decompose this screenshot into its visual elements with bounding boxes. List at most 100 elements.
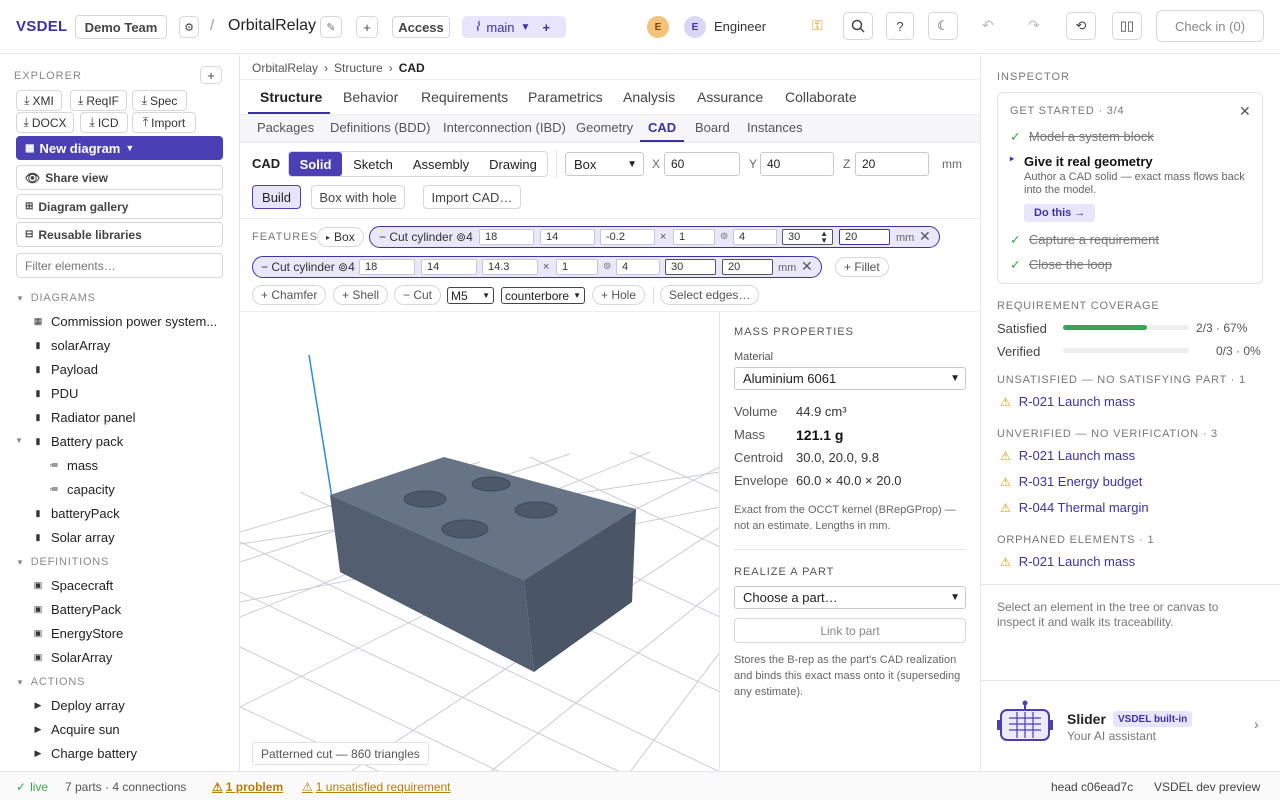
definitions-section[interactable]: ▼ DEFINITIONS <box>16 556 109 568</box>
moon-icon[interactable]: ☾ <box>928 12 958 40</box>
live-status[interactable]: ✓ live <box>16 780 48 794</box>
requirement-link[interactable]: ⚠ R-021 Launch mass <box>1000 448 1135 463</box>
feature-param[interactable]: 4 <box>733 229 777 245</box>
feature-param[interactable]: 14.3 <box>482 259 538 275</box>
tree-item[interactable]: ▣ SolarArray <box>33 650 113 665</box>
tab-analysis[interactable]: Analysis <box>623 89 675 105</box>
help-icon[interactable]: ? <box>886 12 914 40</box>
tree-item[interactable]: ▮ Payload <box>33 362 98 377</box>
book-icon[interactable]: ▯▯ <box>1112 12 1142 40</box>
tab-assurance[interactable]: Assurance <box>697 89 763 105</box>
breadcrumb-item[interactable]: CAD <box>399 61 425 75</box>
user-role[interactable]: Engineer <box>714 19 766 34</box>
build-button[interactable]: Build <box>252 185 301 209</box>
undo-icon[interactable]: ↶ <box>982 17 994 34</box>
project-name[interactable]: OrbitalRelay <box>228 17 316 35</box>
tree-item[interactable]: ▮ Radiator panel <box>33 410 136 425</box>
x-input[interactable]: 60 <box>664 152 740 176</box>
subtab-cad[interactable]: CAD <box>648 120 676 135</box>
diagram-gallery-button[interactable]: ⊞ Diagram gallery <box>16 194 223 219</box>
import-cad-button[interactable]: Import CAD… <box>423 185 521 209</box>
shape-select[interactable]: Box ▼ <box>565 152 644 176</box>
z-input[interactable]: 20 <box>855 152 929 176</box>
box-with-hole-button[interactable]: Box with hole <box>311 185 405 209</box>
chevron-down-icon[interactable]: ▼ <box>15 436 23 445</box>
export-icd-button[interactable]: ⤓ ICD <box>80 112 128 133</box>
subtab-board[interactable]: Board <box>695 120 730 135</box>
history-icon[interactable]: ⟲ <box>1066 12 1096 40</box>
subtab-instances[interactable]: Instances <box>747 120 803 135</box>
feature-param[interactable]: 4 <box>616 259 660 275</box>
feature-param[interactable]: 18 <box>479 229 534 245</box>
redo-icon[interactable]: ↷ <box>1028 17 1040 34</box>
mode-sketch[interactable]: Sketch <box>344 152 402 176</box>
key-icon[interactable]: ⚿ <box>812 17 823 34</box>
settings-gear-icon[interactable]: ⚙ <box>179 16 199 38</box>
tree-item[interactable]: ▮ solarArray <box>33 338 111 353</box>
unsatisfied-link[interactable]: ⚠ 1 unsatisfied requirement <box>302 780 451 794</box>
requirement-link[interactable]: ⚠ R-031 Energy budget <box>1000 474 1142 489</box>
mode-solid[interactable]: Solid <box>289 152 342 176</box>
new-diagram-button[interactable]: ▦ New diagram ▼ <box>16 136 223 160</box>
tree-item[interactable]: ▦ Commission power system... <box>33 314 217 329</box>
export-reqif-button[interactable]: ⤓ ReqIF <box>70 90 127 111</box>
add-hole-chip[interactable]: + Hole <box>592 285 646 305</box>
tree-item[interactable]: ▣ BatteryPack <box>33 602 121 617</box>
thread-size-select[interactable]: M5 ▼ <box>447 287 494 304</box>
export-spec-button[interactable]: ⤓ Spec <box>132 90 187 111</box>
tab-collaborate[interactable]: Collaborate <box>785 89 857 105</box>
feature-stepper[interactable]: 30 ▲ ▼ <box>782 229 833 245</box>
tree-item[interactable]: ▶ Acquire sun <box>33 722 120 737</box>
breadcrumb-item[interactable]: Structure <box>334 61 383 75</box>
avatar[interactable]: E <box>684 16 706 38</box>
cut-chip[interactable]: − Cut <box>394 285 442 305</box>
mode-assembly[interactable]: Assembly <box>404 152 478 176</box>
check-in-button[interactable]: Check in (0) <box>1156 10 1264 42</box>
diagrams-section[interactable]: ▼ DIAGRAMS <box>16 292 96 304</box>
tab-requirements[interactable]: Requirements <box>421 89 508 105</box>
select-edges-chip[interactable]: Select edges… <box>660 285 760 305</box>
app-logo[interactable]: VSDEL <box>16 18 68 35</box>
add-chamfer-chip[interactable]: + Chamfer <box>252 285 327 305</box>
cad-viewport[interactable]: Patterned cut — 860 triangles <box>240 312 720 771</box>
explorer-add-icon[interactable]: + <box>200 66 222 84</box>
chevron-right-icon[interactable]: › <box>1254 716 1259 732</box>
tree-item[interactable]: ▶ Charge battery <box>33 746 137 761</box>
feature-param[interactable]: 14 <box>421 259 477 275</box>
do-this-button[interactable]: Do this → <box>1024 204 1096 222</box>
filter-input[interactable] <box>16 253 223 278</box>
search-icon[interactable] <box>843 12 873 40</box>
add-shell-chip[interactable]: + Shell <box>333 285 389 305</box>
feature-box-chip[interactable]: ▸ Box <box>317 227 364 247</box>
tab-behavior[interactable]: Behavior <box>343 89 398 105</box>
feature-param[interactable]: 1 <box>556 259 598 275</box>
feature-param[interactable]: 20 <box>722 259 773 275</box>
step-4[interactable]: ✓ Close the loop <box>1010 257 1112 273</box>
add-fillet-chip[interactable]: + Fillet <box>835 257 889 277</box>
import-button[interactable]: ⤒ Import <box>132 112 196 133</box>
mode-drawing[interactable]: Drawing <box>480 152 546 176</box>
close-icon[interactable]: ✕ <box>919 228 931 245</box>
link-to-part-button[interactable]: Link to part <box>734 618 966 643</box>
add-branch-icon[interactable]: + <box>542 20 550 35</box>
feature-param[interactable]: 14 <box>540 229 595 245</box>
close-icon[interactable]: ✕ <box>801 258 813 275</box>
tab-parametrics[interactable]: Parametrics <box>528 89 603 105</box>
subtab-bdd[interactable]: Definitions (BDD) <box>330 120 430 135</box>
subtab-packages[interactable]: Packages <box>257 120 314 135</box>
reusable-libraries-button[interactable]: ⊟ Reusable libraries <box>16 222 223 247</box>
hole-type-select[interactable]: counterbore ▼ <box>501 287 585 304</box>
export-xmi-button[interactable]: ⤓ XMI <box>16 90 62 111</box>
branch-selector[interactable]: ⌇ main ▼ + <box>462 16 566 38</box>
actions-section[interactable]: ▼ ACTIONS <box>16 676 85 688</box>
avatar[interactable]: E <box>647 16 669 38</box>
tree-item[interactable]: ≔ mass <box>49 458 99 473</box>
close-icon[interactable]: ✕ <box>1239 103 1251 120</box>
feature-param[interactable]: -0.2 <box>600 229 655 245</box>
feature-param[interactable]: 20 <box>839 229 890 245</box>
tree-item[interactable]: ▮ PDU <box>33 386 79 401</box>
step-1[interactable]: ✓ Model a system block <box>1010 129 1154 145</box>
problem-link[interactable]: ⚠ 1 problem <box>212 780 283 794</box>
y-input[interactable]: 40 <box>760 152 834 176</box>
requirement-link[interactable]: ⚠ R-021 Launch mass <box>1000 554 1135 569</box>
